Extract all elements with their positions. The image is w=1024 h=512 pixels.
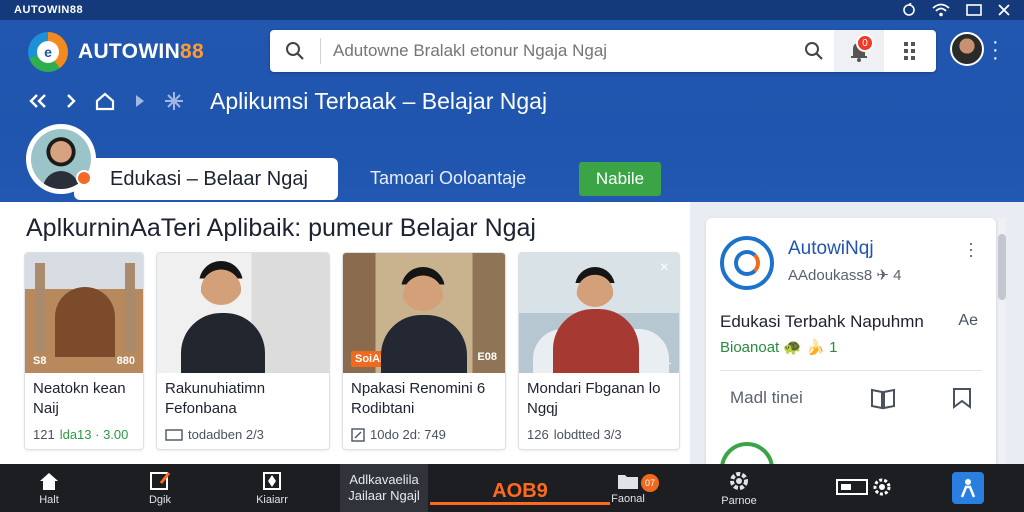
main-content: AplkurninAaTeri Aplibaik: pumeur Belajar… <box>0 202 690 464</box>
logo-glyph: e <box>37 41 59 63</box>
card-meta: todadben 2/3 <box>157 423 329 446</box>
home-icon <box>40 472 58 490</box>
green-action-button[interactable]: Nabile <box>579 162 661 196</box>
card-title: Mondari Fbganan lo Ngqj <box>527 380 661 417</box>
nav-row: Aplikumsi Terbaak – Belajar Ngaj <box>28 86 547 116</box>
scrollbar-thumb[interactable] <box>998 234 1006 300</box>
gear-icon <box>730 471 748 490</box>
bottom-nav-guide[interactable]: Dgik <box>138 464 182 512</box>
panel-more-icon[interactable]: · · · <box>968 234 974 264</box>
bottom-nav-home[interactable]: Halt <box>28 464 70 512</box>
notification-badge: 0 <box>856 34 874 52</box>
calendar-icon <box>165 428 183 441</box>
status-bar-brand: AUTOWIN88 <box>14 4 84 16</box>
search-input[interactable] <box>321 41 794 61</box>
card-list: S8 880 Neatokn kean Naij 121 lda13 · 3.00 … <box>24 252 680 450</box>
content-card[interactable]: SoiAKONE 8063 E08 Npakasi Renomini 6 Rodib… <box>342 252 506 450</box>
wifi-icon <box>932 3 950 17</box>
sparkle-icon[interactable] <box>164 91 184 111</box>
compass-icon <box>263 471 281 490</box>
status-bar: AUTOWIN88 <box>0 0 1024 20</box>
content-card[interactable]: × IE1 Mondari Fbganan lo Ngqj 126 lobdtte… <box>518 252 680 450</box>
content-card[interactable]: S8 880 Neatokn kean Naij 121 lda13 · 3.00 <box>24 252 144 450</box>
channel-panel: AutowiNqj AAdoukass8 ✈ 4 · · · Edukasi Ter… <box>706 218 996 468</box>
close-icon[interactable]: × <box>660 259 669 277</box>
card-title: Neatokn kean Naij <box>33 380 126 417</box>
profile-avatar[interactable] <box>26 124 96 194</box>
bottom-nav-brand[interactable]: AOB9 <box>430 478 610 505</box>
search-icon[interactable] <box>270 41 320 61</box>
more-options-icon[interactable]: · · · <box>992 32 999 68</box>
edit-icon <box>351 427 365 442</box>
section-title: AplkurninAaTeri Aplibaik: pumeur Belajar… <box>26 214 536 242</box>
close-window-icon[interactable] <box>998 4 1010 16</box>
panel-headline: Edukasi Terbahk Napuhmn <box>720 312 924 331</box>
bottom-nav: Halt Dgik Kiaiarr Adlkavaelila Jailaar N… <box>0 464 1024 512</box>
accessibility-icon[interactable] <box>952 472 984 504</box>
bottom-nav-settings[interactable]: Parnoe <box>716 464 762 512</box>
double-chevron-left-icon[interactable] <box>28 93 48 109</box>
search-submit-icon[interactable] <box>794 41 834 61</box>
play-icon[interactable] <box>134 93 146 109</box>
page-title: Aplikumsi Terbaak – Belajar Ngaj <box>210 87 548 114</box>
logo-mark-icon: e <box>28 32 68 72</box>
folder-icon <box>618 474 638 489</box>
panel-tag: Ae <box>958 312 978 329</box>
bottom-nav-badge: 07 <box>641 474 659 492</box>
search-bar: 0 <box>270 30 936 72</box>
card-meta: 10do 2d: 749 <box>343 423 505 446</box>
app-header: e AUTOWIN88 0 ··· <box>0 20 1024 202</box>
card-thumbnail: SoiAKONE 8063 E08 <box>343 253 505 373</box>
channel-subtitle: AAdoukass8 ✈ 4 <box>788 267 902 284</box>
app-logo[interactable]: e AUTOWIN88 <box>28 32 204 72</box>
card-title: Npakasi Renomini 6 Rodibtani <box>351 380 486 417</box>
card-thumbnail: × IE1 <box>519 253 679 373</box>
content-card[interactable]: Rakunuhiatimn Fefonbana todadben 2/3 <box>156 252 330 450</box>
card-meta: 126 lobdtted 3/3 <box>527 427 622 442</box>
home-gear-icon[interactable] <box>94 91 116 111</box>
profile-badge-icon <box>76 170 92 186</box>
channel-name[interactable]: AutowiNqj <box>788 238 874 260</box>
book-open-icon[interactable] <box>870 386 896 415</box>
card-thumbnail <box>157 253 329 373</box>
toggle-icon[interactable] <box>836 476 892 503</box>
panel-divider <box>720 370 982 371</box>
category-pill[interactable]: Edukasi – Belaar Ngaj <box>74 158 338 200</box>
chevron-right-icon[interactable] <box>66 93 76 109</box>
panel-meta: Bioanoat 🐢 🍌 1 <box>720 339 838 356</box>
window-restore-icon[interactable] <box>966 4 982 16</box>
logo-text: AUTOWIN88 <box>78 40 205 63</box>
bookmark-icon[interactable] <box>950 386 974 415</box>
user-avatar[interactable] <box>950 32 984 66</box>
card-meta: 121 lda13 · 3.00 <box>33 427 129 442</box>
card-title: Rakunuhiatimn Fefonbana <box>165 380 266 417</box>
notifications-button[interactable]: 0 <box>834 30 884 72</box>
edit-note-icon <box>150 471 171 490</box>
card-thumbnail: S8 880 <box>25 253 143 373</box>
header-link[interactable]: Tamoari Ooloantaje <box>370 168 526 189</box>
bottom-nav-current-app[interactable]: Adlkavaelila Jailaar Ngajl <box>340 464 428 512</box>
bottom-nav-explore[interactable]: Kiaiarr <box>250 464 294 512</box>
panel-more-link[interactable]: Madl tinei <box>730 388 803 408</box>
apps-grid-icon[interactable] <box>884 42 936 60</box>
sync-icon <box>902 3 916 17</box>
channel-logo-icon[interactable] <box>720 236 774 290</box>
